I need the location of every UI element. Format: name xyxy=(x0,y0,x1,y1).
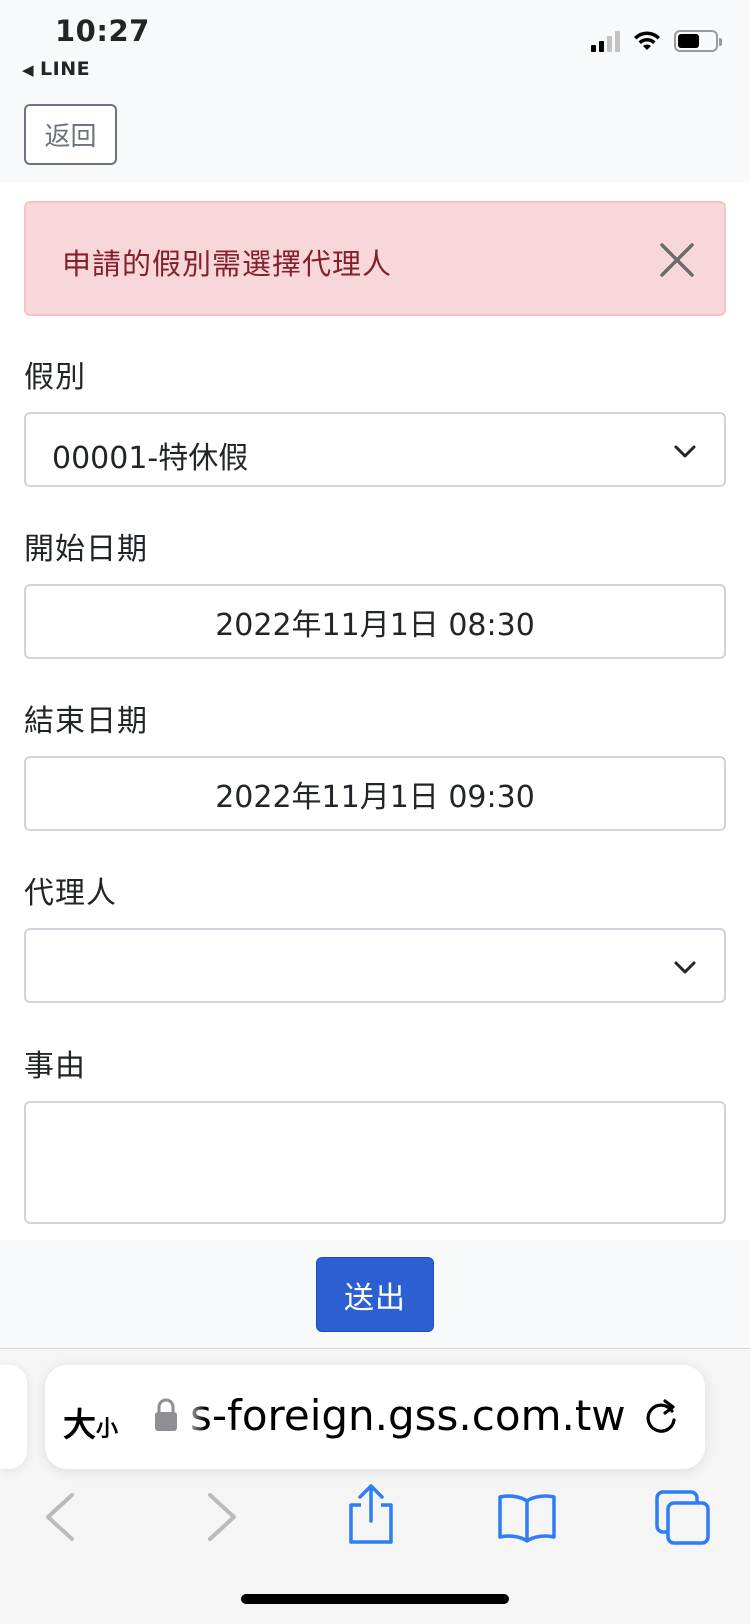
start-date-label: 開始日期 xyxy=(24,532,148,567)
status-bar: 10:27 ◀ LINE xyxy=(0,0,750,98)
leave-type-select[interactable]: 00001-特休假 xyxy=(24,412,726,487)
back-to-app-link[interactable]: ◀ LINE xyxy=(22,58,90,80)
back-arrow-icon[interactable] xyxy=(34,1489,94,1545)
tabs-icon[interactable] xyxy=(654,1489,712,1547)
end-date-label: 結束日期 xyxy=(24,704,148,739)
chevron-down-icon xyxy=(674,445,696,458)
status-time: 10:27 xyxy=(55,14,150,48)
alert-message: 申請的假別需選擇代理人 xyxy=(62,247,393,281)
lock-icon xyxy=(155,1398,177,1431)
submit-bar: 送出 xyxy=(0,1240,750,1348)
text-size-big-label: 大 xyxy=(63,1405,96,1444)
back-button[interactable]: 返回 xyxy=(24,104,117,165)
error-alert: 申請的假別需選擇代理人 xyxy=(24,201,726,316)
text-size-small-label: 小 xyxy=(96,1417,119,1442)
status-icons xyxy=(591,30,722,52)
back-triangle-icon: ◀ xyxy=(22,61,35,79)
leave-type-value: 00001-特休假 xyxy=(52,441,249,476)
reload-icon[interactable] xyxy=(641,1397,681,1437)
forward-arrow-icon[interactable] xyxy=(190,1489,250,1545)
url-fade xyxy=(183,1365,205,1469)
bookmarks-icon[interactable] xyxy=(496,1489,558,1545)
previous-tab-card[interactable] xyxy=(0,1365,27,1469)
back-app-label: LINE xyxy=(40,58,91,80)
agent-select[interactable] xyxy=(24,928,726,1003)
battery-icon xyxy=(674,30,722,52)
agent-label: 代理人 xyxy=(24,876,117,911)
share-icon[interactable] xyxy=(341,1483,401,1545)
top-header: 返回 xyxy=(0,98,750,182)
start-date-input[interactable]: 2022年11月1日 08:30 xyxy=(24,584,726,659)
close-icon[interactable] xyxy=(658,241,696,279)
chevron-down-icon xyxy=(674,961,696,974)
url-text: s-foreign.gss.com.tw xyxy=(190,1391,626,1440)
end-date-input[interactable]: 2022年11月1日 09:30 xyxy=(24,756,726,831)
reason-label: 事由 xyxy=(24,1049,86,1084)
text-size-button[interactable]: 大小 xyxy=(63,1398,118,1446)
leave-type-label: 假別 xyxy=(24,360,86,395)
submit-button[interactable]: 送出 xyxy=(316,1257,434,1332)
reason-textarea[interactable] xyxy=(24,1101,726,1224)
wifi-icon xyxy=(634,31,660,50)
address-bar[interactable]: 大小 s-foreign.gss.com.tw xyxy=(45,1365,705,1469)
home-indicator xyxy=(241,1594,509,1604)
cellular-signal-icon xyxy=(591,30,620,52)
browser-toolbar: 大小 s-foreign.gss.com.tw xyxy=(0,1348,750,1624)
